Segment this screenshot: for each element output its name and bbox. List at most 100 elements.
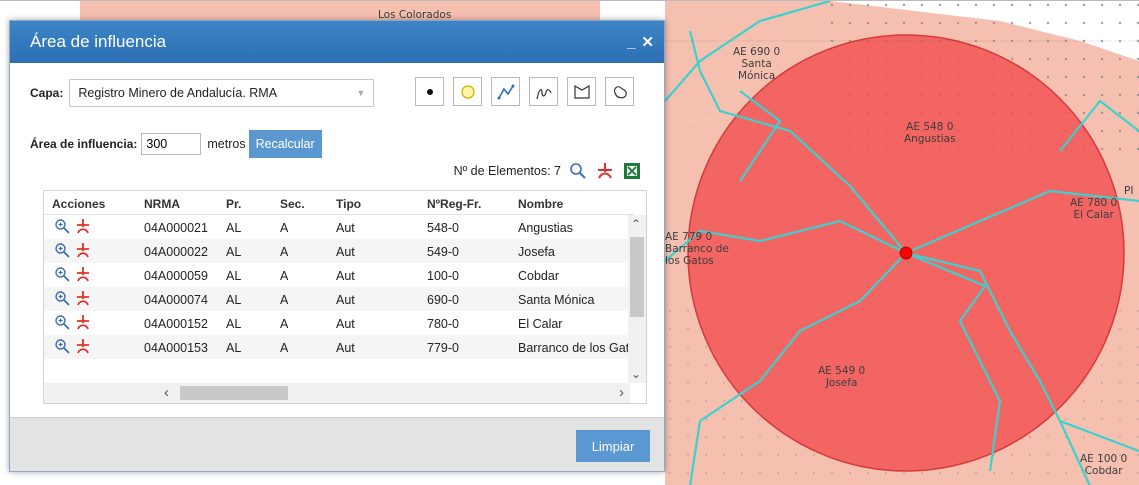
- cell-nrma: 04A000022: [144, 245, 208, 259]
- polygon-tool-button[interactable]: [567, 77, 596, 106]
- freehand-icon: [535, 88, 552, 99]
- column-header-tipo[interactable]: Tipo: [336, 197, 361, 211]
- cell-nombre: Angustias: [518, 221, 573, 235]
- cell-sec: A: [280, 221, 289, 235]
- cell-nombre: Cobdar: [518, 269, 559, 283]
- row-actions: [54, 218, 91, 234]
- map-label-code: AE 690 0: [733, 46, 781, 58]
- recalculate-button[interactable]: Recalcular: [248, 130, 322, 158]
- map-label-name: Barranco de: [665, 243, 729, 255]
- dialog-header[interactable]: Área de influencia _ ✕: [10, 21, 664, 63]
- point-tool-button[interactable]: [415, 77, 444, 106]
- units-label: metros: [207, 137, 246, 151]
- cell-tipo: Aut: [336, 245, 355, 259]
- table-row[interactable]: 04A000152 AL A Aut 780-0 El Calar: [44, 311, 628, 335]
- results-count-row: Nº de Elementos: 7: [454, 161, 642, 181]
- cell-nombre: Josefa: [518, 245, 555, 259]
- table-row[interactable]: 04A000153 AL A Aut 779-0 Barranco de los Gato…: [44, 335, 628, 359]
- cell-nrma: 04A000059: [144, 269, 208, 283]
- row-actions: [54, 314, 91, 330]
- column-header-acciones: Acciones: [52, 197, 106, 211]
- pdf-icon: [598, 163, 612, 179]
- pdf-icon[interactable]: [75, 266, 91, 282]
- table-row[interactable]: 04A000021 AL A Aut 548-0 Angustias: [44, 215, 628, 239]
- cell-nrma: 04A000153: [144, 341, 208, 355]
- scroll-up-icon[interactable]: ⌃: [631, 217, 641, 231]
- pdf-icon[interactable]: [75, 242, 91, 258]
- cell-reg: 779-0: [427, 341, 459, 355]
- vertical-scrollbar[interactable]: ⌃ ⌄: [628, 215, 646, 383]
- circle-icon: [460, 84, 475, 99]
- chevron-down-icon: ▼: [356, 88, 366, 98]
- circle-tool-button[interactable]: [453, 77, 482, 106]
- map-label-name: El Calar: [1073, 209, 1114, 221]
- zoom-icon[interactable]: [54, 218, 70, 234]
- horizontal-scrollbar[interactable]: ‹ ›: [44, 383, 630, 403]
- table-body: 04A000021 AL A Aut 548-0 Angustias 04A000022 AL…: [44, 215, 628, 383]
- table-row[interactable]: 04A000059 AL A Aut 100-0 Cobdar: [44, 263, 628, 287]
- map-label-code: AE 100 0: [1080, 453, 1128, 465]
- map-label-name: Angustias: [904, 133, 956, 145]
- map-label-name: Santa: [741, 58, 772, 70]
- cell-reg: 690-0: [427, 293, 459, 307]
- buffer-row: Área de influencia: metros Recalcular: [30, 130, 322, 158]
- column-header-nombre[interactable]: Nombre: [518, 197, 563, 211]
- scroll-left-icon[interactable]: ‹: [164, 384, 169, 401]
- cell-pr: AL: [226, 221, 242, 235]
- cell-pr: AL: [226, 293, 242, 307]
- cell-sec: A: [280, 293, 289, 307]
- map-label-name2: Mónica: [737, 70, 776, 82]
- column-header-pr[interactable]: Pr.: [226, 197, 241, 211]
- map-label-santa-monica: AE 690 0 Santa Mónica: [733, 46, 780, 82]
- scroll-thumb[interactable]: [180, 386, 288, 400]
- clear-button[interactable]: Limpiar: [576, 430, 650, 462]
- cell-reg: 100-0: [427, 269, 459, 283]
- map-label-text: PI: [1124, 185, 1134, 197]
- cell-tipo: Aut: [336, 221, 355, 235]
- polyline-icon: [497, 84, 514, 99]
- zoom-icon[interactable]: [54, 338, 70, 354]
- cell-reg: 780-0: [427, 317, 459, 331]
- scroll-right-icon[interactable]: ›: [619, 384, 624, 401]
- minimize-button[interactable]: _: [627, 34, 635, 51]
- export-excel-button[interactable]: [622, 161, 642, 181]
- map-label-code: AE 779 0: [665, 231, 713, 243]
- zoom-icon[interactable]: [54, 242, 70, 258]
- geometry-tools: [415, 77, 634, 106]
- layer-select[interactable]: Registro Minero de Andalucía. RMA ▼: [69, 79, 375, 107]
- cell-sec: A: [280, 341, 289, 355]
- buffer-distance-input[interactable]: [141, 133, 202, 155]
- map-label-code: AE 549 0: [818, 365, 866, 377]
- scroll-down-icon[interactable]: ⌄: [631, 367, 641, 381]
- zoom-icon[interactable]: [54, 314, 70, 330]
- export-pdf-button[interactable]: [595, 161, 615, 181]
- column-header-reg[interactable]: NºReg-Fr.: [427, 197, 481, 211]
- pdf-icon[interactable]: [75, 290, 91, 306]
- table-row[interactable]: 04A000022 AL A Aut 549-0 Josefa: [44, 239, 628, 263]
- zoom-icon[interactable]: [54, 290, 70, 306]
- pdf-icon[interactable]: [75, 218, 91, 234]
- cell-nrma: 04A000074: [144, 293, 208, 307]
- column-header-sec[interactable]: Sec.: [280, 197, 305, 211]
- scroll-thumb[interactable]: [630, 237, 644, 317]
- map-label-el-calar: AE 780 0 El Calar: [1070, 197, 1117, 221]
- zoom-all-button[interactable]: [568, 161, 588, 181]
- cell-tipo: Aut: [336, 341, 355, 355]
- layer-row: Capa: Registro Minero de Andalucía. RMA …: [30, 79, 375, 107]
- row-actions: [54, 242, 91, 258]
- pdf-icon[interactable]: [75, 338, 91, 354]
- freehand-tool-button[interactable]: [529, 77, 558, 106]
- zoom-icon[interactable]: [54, 266, 70, 282]
- cell-nombre: Santa Mónica: [518, 293, 595, 307]
- table-row[interactable]: 04A000074 AL A Aut 690-0 Santa Mónica: [44, 287, 628, 311]
- center-point[interactable]: [899, 246, 913, 260]
- pdf-icon[interactable]: [75, 314, 91, 330]
- map-label-name: Cobdar: [1084, 465, 1123, 477]
- cell-nrma: 04A000021: [144, 221, 208, 235]
- cell-tipo: Aut: [336, 269, 355, 283]
- column-header-nrma[interactable]: NRMA: [144, 197, 180, 211]
- freehand-polygon-tool-button[interactable]: [605, 77, 634, 106]
- close-button[interactable]: ✕: [641, 33, 654, 51]
- polyline-tool-button[interactable]: [491, 77, 520, 106]
- cell-tipo: Aut: [336, 293, 355, 307]
